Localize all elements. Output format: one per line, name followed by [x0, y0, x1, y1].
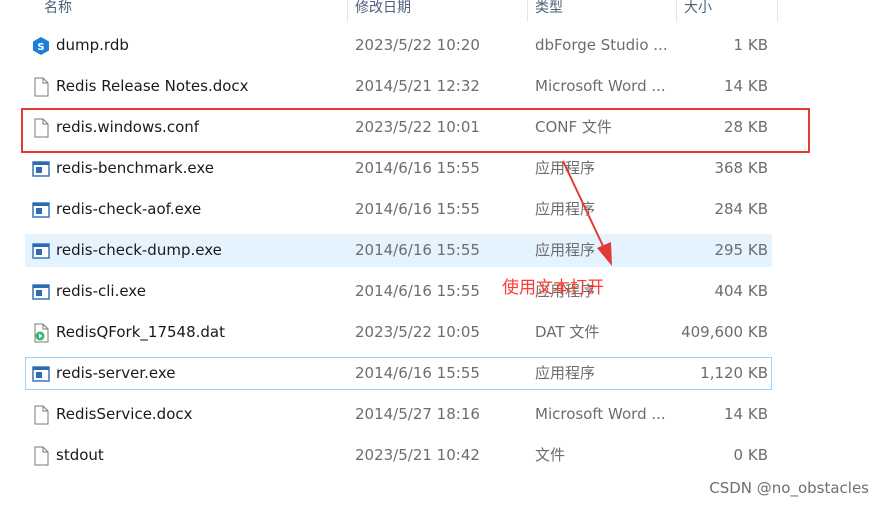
annotation-text: 使用文本打开	[502, 278, 604, 298]
watermark: CSDN @no_obstacles	[709, 479, 869, 497]
annotation-arrow	[562, 160, 612, 266]
